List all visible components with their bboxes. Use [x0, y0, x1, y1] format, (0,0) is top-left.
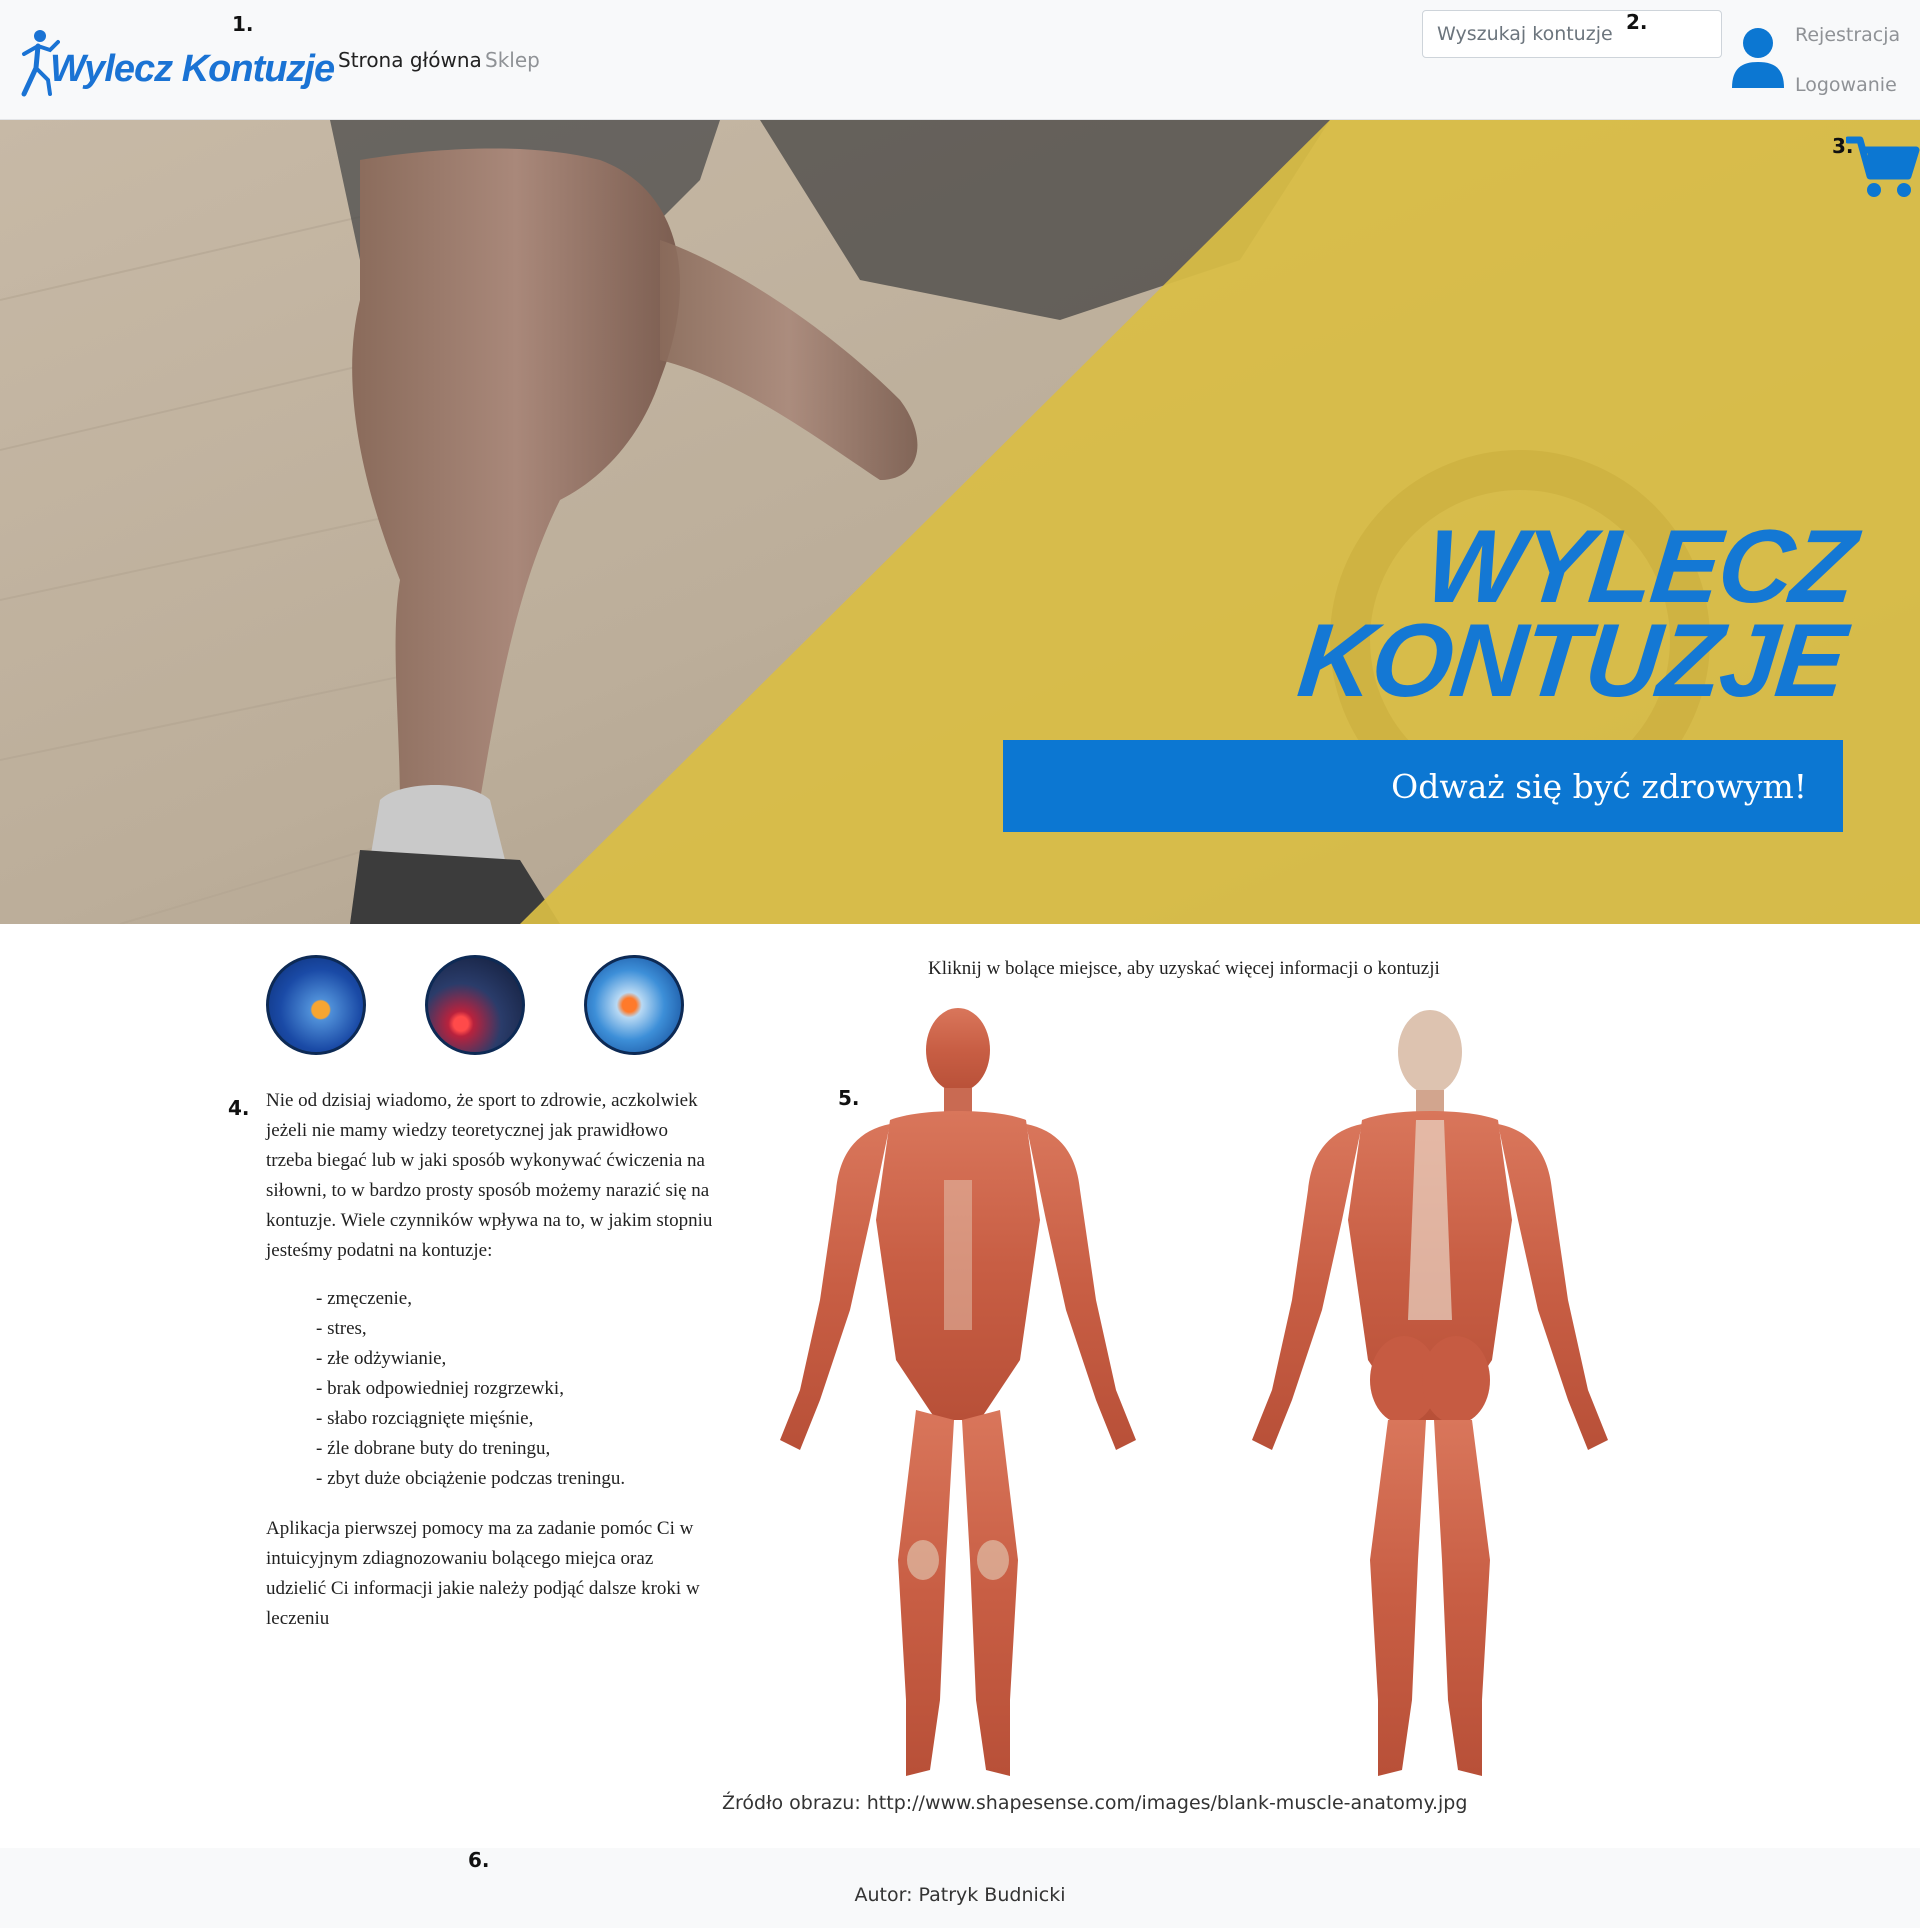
- injury-factors-list: - zmęczenie, - stres, - złe odżywianie, …: [316, 1284, 716, 1494]
- annotation-marker-2: 2.: [1626, 10, 1648, 34]
- list-item: - zmęczenie,: [316, 1288, 412, 1309]
- muscle-anatomy-body-map[interactable]: [740, 1000, 1660, 1800]
- list-item: - stres,: [316, 1318, 367, 1339]
- knee-injury-icon[interactable]: [584, 955, 684, 1055]
- annotation-marker-4: 4.: [228, 1096, 250, 1120]
- annotation-marker-6: 6.: [468, 1848, 490, 1872]
- hero-title-line-1: WYLECZ: [1419, 509, 1860, 625]
- register-link[interactable]: Rejestracja: [1795, 24, 1900, 46]
- login-link[interactable]: Logowanie: [1795, 74, 1897, 96]
- hero-title: WYLECZ KONTUZJE: [1292, 509, 1860, 719]
- logo-text: Wylecz Kontuzje: [50, 48, 335, 90]
- ankle-injury-icon[interactable]: [266, 955, 366, 1055]
- intro-section: Nie od dzisiaj wiadomo, że sport to zdro…: [266, 1086, 716, 1634]
- back-injury-icon[interactable]: [425, 955, 525, 1055]
- hero-title-line-2: KONTUZJE: [1292, 603, 1850, 719]
- list-item: - złe odżywianie,: [316, 1348, 447, 1369]
- footer: 6. Autor: Patryk Budnicki: [0, 1848, 1920, 1928]
- user-icon[interactable]: [1730, 26, 1786, 90]
- list-item: - zbyt duże obciążenie podczas treningu.: [316, 1468, 626, 1489]
- image-source-credit: Źródło obrazu: http://www.shapesense.com…: [722, 1792, 1468, 1814]
- site-logo[interactable]: Wylecz Kontuzje: [20, 28, 335, 98]
- footer-author: Autor: Patryk Budnicki: [854, 1884, 1066, 1906]
- list-item: - słabo rozciągnięte mięśnie,: [316, 1408, 534, 1429]
- list-item: - brak odpowiedniej rozgrzewki,: [316, 1378, 564, 1399]
- intro-paragraph: Nie od dzisiaj wiadomo, że sport to zdro…: [266, 1090, 713, 1261]
- outro-paragraph: Aplikacja pierwszej pomocy ma za zadanie…: [266, 1518, 700, 1629]
- back-body-figure[interactable]: [1252, 1010, 1608, 1776]
- front-body-figure[interactable]: [780, 1008, 1136, 1776]
- list-item: - źle dobrane buty do treningu,: [316, 1438, 551, 1459]
- body-map-caption: Kliknij w bolące miejsce, aby uzyskać wi…: [928, 958, 1440, 979]
- search-input[interactable]: [1422, 10, 1722, 58]
- navbar: Wylecz Kontuzje 1. Strona główna Sklep 2…: [0, 0, 1920, 120]
- nav-link-shop[interactable]: Sklep: [485, 48, 540, 72]
- annotation-marker-1: 1.: [232, 12, 254, 36]
- hero-cta-button[interactable]: Odważ się być zdrowym!: [1003, 740, 1843, 832]
- nav-link-home[interactable]: Strona główna: [338, 48, 482, 72]
- cart-icon[interactable]: [1846, 134, 1920, 200]
